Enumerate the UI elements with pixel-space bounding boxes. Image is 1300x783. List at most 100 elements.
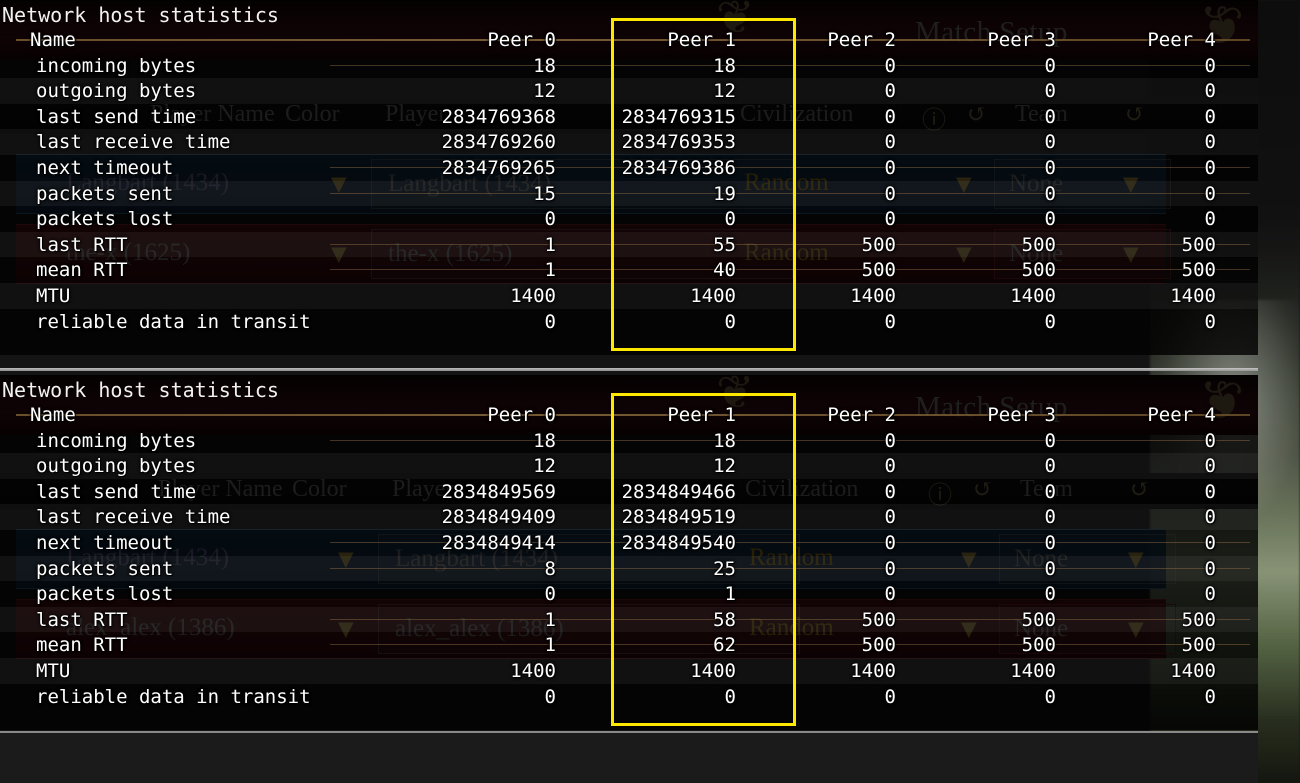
table-row: outgoing bytes 12 12 0 0 0 bbox=[0, 453, 1258, 479]
stat-value-peer-4: 0 bbox=[1204, 557, 1216, 580]
table-row: mean RTT 1 40 500 500 500 bbox=[0, 257, 1258, 283]
stat-value-peer-1: 55 bbox=[713, 233, 736, 256]
stat-value-peer-1: 40 bbox=[713, 259, 736, 282]
stat-value-peer-4: 0 bbox=[1204, 583, 1216, 606]
stat-value-peer-2: 0 bbox=[884, 455, 896, 478]
stat-value-peer-2: 500 bbox=[861, 259, 896, 282]
stat-value-peer-3: 0 bbox=[1044, 557, 1056, 580]
stat-value-peer-3: 0 bbox=[1044, 54, 1056, 77]
bottom-strip bbox=[0, 731, 1258, 783]
stat-value-peer-2: 0 bbox=[884, 429, 896, 452]
stat-value-peer-0: 2834769368 bbox=[441, 105, 556, 128]
stat-value-peer-0: 15 bbox=[533, 182, 556, 205]
stat-value-peer-0: 8 bbox=[544, 557, 556, 580]
stat-value-peer-0: 1 bbox=[544, 259, 556, 282]
stat-value-peer-4: 0 bbox=[1204, 208, 1216, 231]
stat-name: packets sent bbox=[36, 557, 174, 580]
stat-value-peer-1: 2834769386 bbox=[621, 156, 736, 179]
stat-value-peer-0: 0 bbox=[544, 583, 556, 606]
stat-value-peer-2: 0 bbox=[884, 685, 896, 708]
stat-value-peer-3: 500 bbox=[1021, 259, 1056, 282]
stat-value-peer-3: 500 bbox=[1021, 634, 1056, 657]
table-row: outgoing bytes 12 12 0 0 0 bbox=[0, 78, 1258, 104]
stat-value-peer-4: 500 bbox=[1181, 259, 1216, 282]
column-header-peer-0: Peer 0 bbox=[487, 29, 556, 51]
stat-value-peer-4: 500 bbox=[1181, 233, 1216, 256]
column-header-peer-1: Peer 1 bbox=[667, 404, 736, 426]
stat-value-peer-1: 1400 bbox=[690, 284, 736, 307]
stat-value-peer-3: 0 bbox=[1044, 80, 1056, 103]
table-row: MTU 1400 1400 1400 1400 1400 bbox=[0, 282, 1258, 309]
stat-value-peer-3: 0 bbox=[1044, 583, 1056, 606]
stat-value-peer-3: 0 bbox=[1044, 480, 1056, 503]
table-row: last RTT 1 55 500 500 500 bbox=[0, 231, 1258, 258]
column-header-name: Name bbox=[30, 29, 76, 51]
table-row: reliable data in transit 0 0 0 0 0 bbox=[0, 309, 1258, 335]
table-row: reliable data in transit 0 0 0 0 0 bbox=[0, 684, 1258, 710]
stat-value-peer-1: 0 bbox=[724, 208, 736, 231]
stat-value-peer-0: 12 bbox=[533, 80, 556, 103]
stat-value-peer-2: 0 bbox=[884, 105, 896, 128]
stat-name: last RTT bbox=[36, 233, 128, 256]
column-header-peer-1: Peer 1 bbox=[667, 29, 736, 51]
stat-value-peer-0: 2834769265 bbox=[441, 156, 556, 179]
stat-name: last receive time bbox=[36, 506, 231, 529]
table-row: last RTT 1 58 500 500 500 bbox=[0, 606, 1258, 633]
stat-value-peer-0: 1400 bbox=[510, 659, 556, 682]
stat-value-peer-1: 2834769315 bbox=[621, 105, 736, 128]
stat-value-peer-1: 58 bbox=[713, 608, 736, 631]
column-header-peer-3: Peer 3 bbox=[987, 404, 1056, 426]
stat-value-peer-4: 0 bbox=[1204, 131, 1216, 154]
stat-value-peer-0: 1 bbox=[544, 233, 556, 256]
stat-value-peer-4: 0 bbox=[1204, 429, 1216, 452]
table-row: packets lost 0 0 0 0 0 bbox=[0, 206, 1258, 232]
panel-title: Network host statistics bbox=[2, 3, 279, 27]
stat-value-peer-4: 0 bbox=[1204, 685, 1216, 708]
panel-divider bbox=[0, 368, 1258, 371]
stat-name: last RTT bbox=[36, 608, 128, 631]
stat-value-peer-1: 2834769353 bbox=[621, 131, 736, 154]
stat-value-peer-3: 0 bbox=[1044, 182, 1056, 205]
stat-value-peer-1: 18 bbox=[713, 429, 736, 452]
stat-value-peer-0: 0 bbox=[544, 685, 556, 708]
table-row: packets lost 0 1 0 0 0 bbox=[0, 581, 1258, 607]
stat-name: next timeout bbox=[36, 156, 174, 179]
stat-value-peer-0: 2834849414 bbox=[441, 531, 556, 554]
table-row: packets sent 15 19 0 0 0 bbox=[0, 180, 1258, 207]
stat-value-peer-1: 25 bbox=[713, 557, 736, 580]
table-row: last send time 2834849569 2834849466 0 0 0 bbox=[0, 479, 1258, 505]
stat-value-peer-3: 0 bbox=[1044, 105, 1056, 128]
stat-value-peer-2: 0 bbox=[884, 480, 896, 503]
stat-value-peer-2: 0 bbox=[884, 54, 896, 77]
stat-value-peer-2: 0 bbox=[884, 80, 896, 103]
stat-value-peer-2: 0 bbox=[884, 182, 896, 205]
network-host-statistics-panel-2: Network host statistics Name Peer 0 Peer 1… bbox=[0, 375, 1258, 730]
stat-value-peer-1: 0 bbox=[724, 310, 736, 333]
stat-value-peer-0: 18 bbox=[533, 429, 556, 452]
stat-value-peer-2: 0 bbox=[884, 156, 896, 179]
stat-value-peer-2: 0 bbox=[884, 583, 896, 606]
stat-name: packets sent bbox=[36, 182, 174, 205]
stat-value-peer-1: 2834849540 bbox=[621, 531, 736, 554]
stat-value-peer-2: 500 bbox=[861, 634, 896, 657]
stat-name: outgoing bytes bbox=[36, 455, 197, 478]
stat-name: last receive time bbox=[36, 131, 231, 154]
column-header-peer-4: Peer 4 bbox=[1147, 29, 1216, 51]
network-host-statistics-panel-1: Network host statistics Name Peer 0 Peer 1… bbox=[0, 0, 1258, 355]
column-header-peer-4: Peer 4 bbox=[1147, 404, 1216, 426]
stat-value-peer-1: 12 bbox=[713, 455, 736, 478]
stat-name: MTU bbox=[36, 284, 71, 307]
stat-value-peer-0: 12 bbox=[533, 455, 556, 478]
stat-value-peer-4: 0 bbox=[1204, 54, 1216, 77]
stat-value-peer-3: 1400 bbox=[1010, 659, 1056, 682]
stat-value-peer-0: 1 bbox=[544, 608, 556, 631]
stat-value-peer-4: 0 bbox=[1204, 506, 1216, 529]
stat-value-peer-2: 1400 bbox=[850, 659, 896, 682]
table-row: last send time 2834769368 2834769315 0 0 0 bbox=[0, 104, 1258, 130]
table-row: packets sent 8 25 0 0 0 bbox=[0, 555, 1258, 582]
stat-value-peer-3: 0 bbox=[1044, 455, 1056, 478]
stat-value-peer-2: 500 bbox=[861, 233, 896, 256]
stat-value-peer-0: 2834849409 bbox=[441, 506, 556, 529]
column-header-peer-0: Peer 0 bbox=[487, 404, 556, 426]
stat-name: packets lost bbox=[36, 208, 174, 231]
